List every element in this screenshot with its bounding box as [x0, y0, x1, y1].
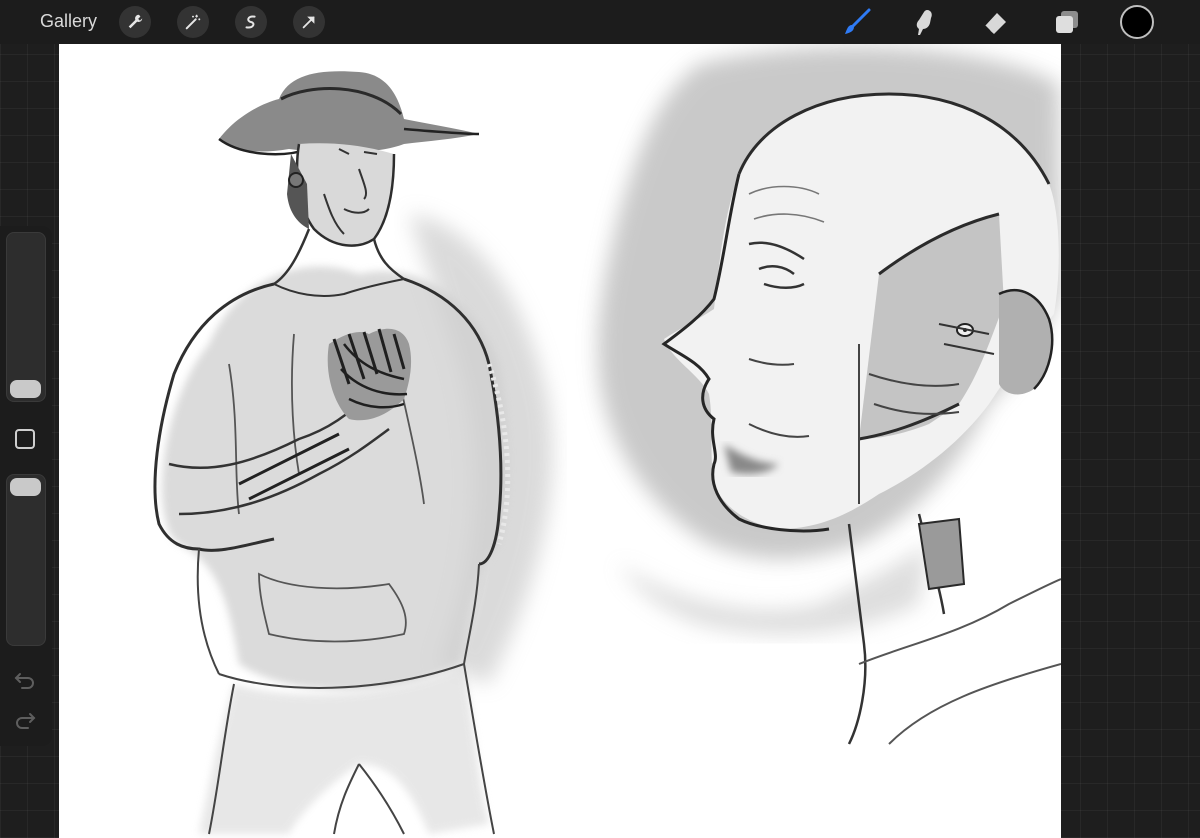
redo-icon[interactable]: [14, 710, 36, 730]
left-sidebar: [0, 226, 52, 746]
drawing-canvas[interactable]: [59, 44, 1061, 838]
opacity-slider[interactable]: [6, 474, 46, 646]
wrench-icon[interactable]: [119, 6, 151, 38]
selection-icon[interactable]: [235, 6, 267, 38]
brush-size-slider[interactable]: [6, 232, 46, 402]
top-toolbar: Gallery: [0, 0, 1200, 44]
opacity-thumb[interactable]: [10, 478, 41, 496]
layers-icon[interactable]: [1050, 5, 1084, 39]
undo-icon[interactable]: [14, 670, 36, 690]
brush-icon[interactable]: [840, 5, 874, 39]
color-picker-button[interactable]: [1120, 5, 1154, 39]
magic-wand-icon[interactable]: [177, 6, 209, 38]
sketch-artwork: [153, 46, 1061, 835]
brush-size-thumb[interactable]: [10, 380, 41, 398]
smudge-icon[interactable]: [908, 5, 942, 39]
modify-square-icon[interactable]: [15, 429, 35, 449]
gallery-button[interactable]: Gallery: [40, 11, 97, 32]
transform-arrow-icon[interactable]: [293, 6, 325, 38]
eraser-icon[interactable]: [978, 5, 1012, 39]
